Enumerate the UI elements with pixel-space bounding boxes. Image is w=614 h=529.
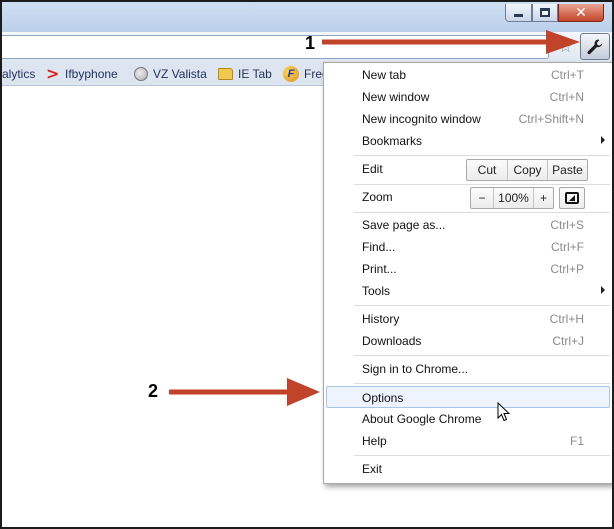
menu-item-label: Zoom	[362, 190, 393, 204]
menu-item-shortcut: Ctrl+P	[550, 262, 584, 276]
fullscreen-button[interactable]	[559, 187, 585, 209]
menu-item-save-page[interactable]: Save page as... Ctrl+S	[324, 214, 612, 236]
menu-item-new-window[interactable]: New window Ctrl+N	[324, 86, 612, 108]
menu-item-new-incognito[interactable]: New incognito window Ctrl+Shift+N	[324, 108, 612, 130]
menu-item-tools[interactable]: Tools	[324, 280, 612, 302]
menu-item-label: Help	[362, 434, 387, 448]
menu-separator	[354, 355, 610, 356]
bookmark-label: Ifbyphone	[65, 67, 118, 81]
globe-icon	[134, 67, 148, 81]
menu-item-shortcut: Ctrl+Shift+N	[518, 112, 584, 126]
wrench-menu: New tab Ctrl+T New window Ctrl+N New inc…	[323, 62, 612, 484]
zoom-level: 100%	[493, 188, 533, 208]
menu-separator	[354, 455, 610, 456]
annotation-arrow-1	[322, 30, 580, 54]
menu-item-label: Downloads	[362, 334, 422, 348]
menu-item-options[interactable]: Options	[326, 386, 610, 408]
menu-item-label: Save page as...	[362, 218, 446, 232]
fullscreen-icon	[565, 192, 579, 204]
menu-item-shortcut: Ctrl+N	[549, 90, 584, 104]
menu-item-history[interactable]: History Ctrl+H	[324, 308, 612, 330]
menu-item-label: Bookmarks	[362, 134, 423, 148]
edit-button-group: Cut Copy Paste	[466, 159, 588, 181]
bookmark-free[interactable]: F Free	[283, 66, 329, 82]
folder-icon	[218, 68, 233, 80]
wrench-icon	[587, 39, 603, 54]
submenu-arrow-icon	[601, 286, 605, 294]
menu-item-sign-in[interactable]: Sign in to Chrome...	[324, 358, 612, 380]
mouse-cursor-icon	[497, 402, 511, 422]
firefox-like-icon: F	[283, 66, 299, 82]
menu-item-print[interactable]: Print... Ctrl+P	[324, 258, 612, 280]
menu-item-label: History	[362, 312, 400, 326]
menu-separator	[354, 212, 610, 213]
submenu-arrow-icon	[601, 136, 605, 144]
wrench-menu-button[interactable]	[580, 33, 610, 60]
menu-item-label: Sign in to Chrome...	[362, 362, 469, 376]
menu-separator	[354, 184, 610, 185]
close-button[interactable]: ✕	[558, 4, 604, 22]
menu-item-label: Print...	[362, 262, 397, 276]
annotation-step-1: 1	[305, 33, 316, 53]
menu-item-shortcut: F1	[569, 434, 584, 448]
menu-item-label: Options	[362, 391, 404, 405]
bookmark-label: IE Tab	[238, 67, 272, 81]
bookmark-ifbyphone[interactable]: > Ifbyphone	[46, 66, 118, 82]
browser-window: ✕ ☆ alytics > Ifbyphone VZ Valista IE Ta…	[0, 0, 614, 529]
menu-item-label: New incognito window	[362, 112, 481, 126]
minimize-button[interactable]	[505, 4, 532, 22]
menu-item-shortcut: Ctrl+S	[550, 218, 584, 232]
paste-button[interactable]: Paste	[547, 160, 587, 180]
cut-button[interactable]: Cut	[467, 160, 507, 180]
menu-separator	[354, 383, 610, 384]
ifbyphone-chevron-icon: >	[46, 64, 60, 83]
menu-item-label: Tools	[362, 284, 391, 298]
menu-separator	[354, 305, 610, 306]
menu-item-shortcut: Ctrl+H	[549, 312, 584, 326]
menu-item-label: New tab	[362, 68, 407, 82]
menu-item-label: Edit	[362, 162, 383, 176]
menu-item-shortcut: Ctrl+T	[551, 68, 584, 82]
restore-icon	[540, 8, 550, 17]
minimize-icon	[514, 14, 523, 17]
annotation-step-2: 2	[148, 381, 159, 401]
bookmark-vz-valista[interactable]: VZ Valista	[134, 66, 207, 82]
menu-item-new-tab[interactable]: New tab Ctrl+T	[324, 64, 612, 86]
restore-button[interactable]	[532, 4, 558, 22]
menu-item-bookmarks[interactable]: Bookmarks	[324, 130, 612, 152]
menu-item-label: About Google Chrome	[362, 412, 482, 426]
annotation-arrow-2	[169, 378, 320, 406]
bookmark-ie-tab[interactable]: IE Tab	[218, 66, 272, 82]
menu-item-label: New window	[362, 90, 430, 104]
zoom-out-button[interactable]: −	[471, 188, 493, 208]
copy-button[interactable]: Copy	[507, 160, 547, 180]
menu-item-shortcut: Ctrl+J	[552, 334, 584, 348]
close-icon: ✕	[575, 4, 587, 21]
menu-item-label: Find...	[362, 240, 396, 254]
bookmark-label: VZ Valista	[153, 67, 207, 81]
menu-item-exit[interactable]: Exit	[324, 458, 612, 480]
zoom-in-button[interactable]: +	[533, 188, 553, 208]
menu-item-downloads[interactable]: Downloads Ctrl+J	[324, 330, 612, 352]
menu-item-help[interactable]: Help F1	[324, 430, 612, 452]
menu-separator	[354, 155, 610, 156]
menu-item-find[interactable]: Find... Ctrl+F	[324, 236, 612, 258]
menu-item-shortcut: Ctrl+F	[551, 240, 584, 254]
zoom-control: − 100% +	[470, 187, 554, 209]
menu-item-about[interactable]: About Google Chrome	[324, 408, 612, 430]
menu-item-label: Exit	[362, 462, 383, 476]
bookmark-label: alytics	[2, 67, 36, 81]
bookmark-analytics[interactable]: alytics	[2, 66, 35, 82]
